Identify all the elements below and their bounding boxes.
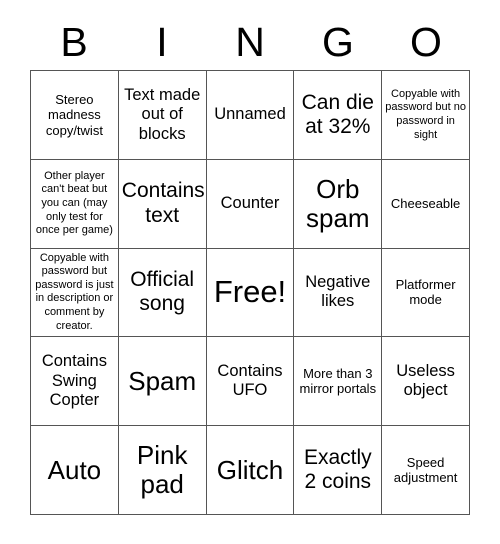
bingo-cell[interactable]: Useless object [382,337,470,427]
bingo-cell[interactable]: Copyable with password but no password i… [382,71,470,160]
bingo-header-letter-b: B [60,18,88,65]
bingo-cell-label: Can die at 32% [301,90,374,138]
bingo-cell-label: Useless object [396,361,455,400]
bingo-cell-label: Negative likes [305,273,371,311]
bingo-cell-label: Other player can't beat but you can (may… [35,169,113,237]
bingo-cell[interactable]: Text made out of blocks [118,71,207,160]
bingo-cell[interactable]: Pink pad [118,426,207,515]
bingo-cell[interactable]: Platformer mode [382,248,470,338]
bingo-header-letter-o: O [410,18,442,65]
bingo-cell[interactable]: Unnamed [206,71,295,160]
bingo-cell-label: Copyable with password but no password i… [385,87,466,141]
bingo-cell[interactable]: Stereo madness copy/twist [31,71,119,160]
bingo-header-letter-g: G [322,18,354,65]
bingo-cell-label: Glitch [216,454,284,485]
bingo-cell-label: Platformer mode [395,276,456,308]
bingo-header-letter-i: I [156,18,168,65]
bingo-cell-label: Auto [47,454,102,485]
bingo-cell-label: Official song [130,268,195,316]
bingo-cell[interactable]: Other player can't beat but you can (may… [31,159,119,249]
bingo-cell[interactable]: Contains UFO [206,337,295,427]
bingo-header-row: BINGO [30,14,470,70]
bingo-cell[interactable]: Official song [118,248,207,338]
bingo-cell-label: Contains UFO [217,361,283,400]
bingo-cell-label: Stereo madness copy/twist [45,91,103,138]
bingo-cell-label: Unnamed [214,105,286,124]
bingo-cell-label: More than 3 mirror portals [299,365,377,397]
bingo-cell-label: Speed adjustment [393,454,458,486]
bingo-cell-label: Counter [220,193,280,212]
bingo-cell-label: Free! [213,274,287,310]
bingo-cell-label: Text made out of blocks [124,85,201,143]
bingo-cell-free-space[interactable]: Free! [206,248,295,338]
bingo-cell[interactable]: Auto [31,426,119,515]
bingo-cell-label: Exactly 2 coins [303,445,372,494]
bingo-cell-label: Contains Swing Copter [41,352,107,410]
bingo-header-letter-n: N [235,18,265,65]
bingo-cell-label: Cheeseable [390,195,461,211]
bingo-cell[interactable]: Contains text [118,159,207,249]
bingo-card: B I N G O Stereo madness copy/twist Text made… [0,0,500,544]
bingo-cell-label: Pink pad [136,439,188,500]
bingo-cell[interactable]: Can die at 32% [294,71,383,160]
bingo-cell[interactable]: Contains Swing Copter [31,337,119,427]
bingo-cell[interactable]: Orb spam [294,159,383,249]
bingo-cell[interactable]: Copyable with password but password is j… [31,248,119,338]
bingo-cell[interactable]: Cheeseable [382,159,470,249]
bingo-cell[interactable]: Glitch [206,426,295,515]
bingo-cell[interactable]: Exactly 2 coins [294,426,383,515]
bingo-cell-label: Spam [128,365,197,396]
bingo-cell[interactable]: Spam [118,337,207,427]
bingo-cell-label: Copyable with password but password is j… [35,251,114,332]
bingo-cell[interactable]: Counter [206,159,295,249]
bingo-cell[interactable]: More than 3 mirror portals [294,337,383,427]
bingo-cell[interactable]: Speed adjustment [382,426,470,515]
bingo-cell[interactable]: Negative likes [294,248,383,338]
bingo-cell-label: Orb spam [306,173,370,233]
bingo-cell-label: Contains text [121,179,205,227]
bingo-grid: Stereo madness copy/twist Text made out o… [30,70,470,515]
